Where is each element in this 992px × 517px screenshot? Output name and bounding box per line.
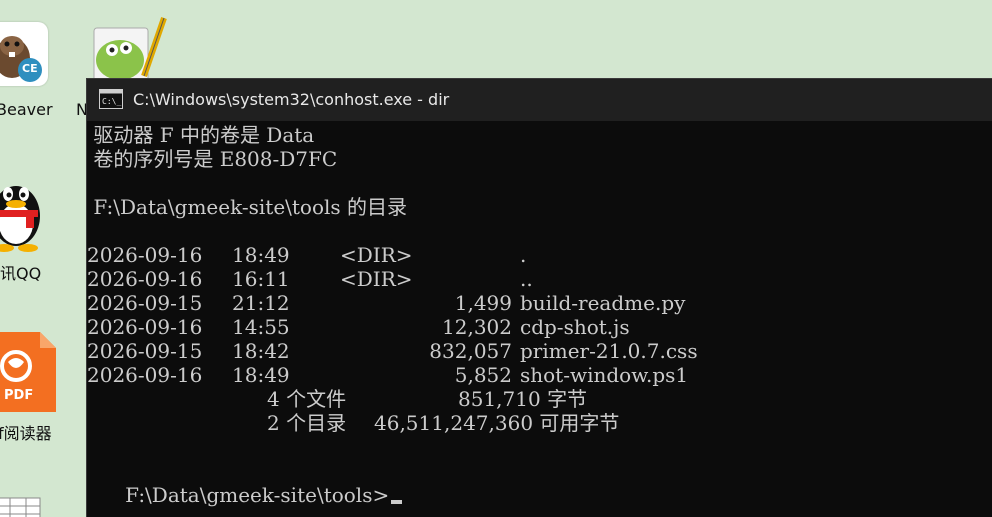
entry-size: 1,499 [454, 291, 512, 315]
files-bytes: 851,710 字节 [458, 387, 588, 411]
text-cursor [391, 500, 403, 504]
tencent-qq-label: 讯QQ [0, 264, 42, 283]
directory-header-line: F:\Data\gmeek-site\tools 的目录 [87, 195, 408, 219]
entry-date: 2026-09-15 [87, 339, 203, 363]
dbeaver-app-label: Beaver [0, 100, 53, 119]
entry-date: 2026-09-16 [87, 243, 203, 267]
tencent-qq-icon[interactable] [0, 170, 50, 252]
serial-number-line: 卷的序列号是 E808-D7FC [87, 147, 338, 171]
entry-time: 18:49 [232, 363, 290, 387]
dirs-count: 2 个目录 [267, 411, 347, 435]
pdf-badge-text: PDF [4, 388, 34, 403]
dir-entry-row: 2026-09-15 18:42 832,057 primer-21.0.7.c… [87, 339, 698, 363]
entry-date: 2026-09-15 [87, 291, 203, 315]
entry-name: cdp-shot.js [520, 315, 630, 339]
spreadsheet-app-icon[interactable] [0, 492, 44, 517]
prompt-path: F:\Data\gmeek-site\tools> [125, 483, 390, 507]
entry-time: 16:11 [232, 267, 290, 291]
dir-entry-row: 2026-09-16 18:49 5,852 shot-window.ps1 [87, 363, 688, 387]
dir-entry-row: 2026-09-15 21:12 1,499 build-readme.py [87, 291, 685, 315]
free-bytes: 46,511,247,360 可用字节 [374, 411, 620, 435]
entry-name: primer-21.0.7.css [520, 339, 698, 363]
entry-name: build-readme.py [520, 291, 686, 315]
notepad-plus-plus-icon[interactable] [88, 14, 168, 86]
dir-entry-row: 2026-09-16 16:11 <DIR> .. [87, 267, 533, 291]
files-summary-line: 4 个文件 851,710 字节 [87, 387, 587, 411]
dbeaver-app-icon[interactable]: CE [0, 22, 48, 86]
console-app-icon[interactable]: C:\_ [99, 89, 123, 109]
ce-badge: CE [22, 62, 38, 75]
svg-text:C:\_: C:\_ [102, 97, 121, 106]
window-titlebar[interactable]: C:\_ C:\Windows\system32\conhost.exe - d… [87, 79, 992, 121]
entry-date: 2026-09-16 [87, 267, 203, 291]
entry-time: 18:49 [232, 243, 290, 267]
dirs-summary-line: 2 个目录 46,511,247,360 可用字节 [87, 411, 619, 435]
foxit-pdf-reader-icon[interactable]: PDF [0, 332, 56, 412]
volume-label-line: 驱动器 F 中的卷是 Data [87, 123, 315, 147]
entry-date: 2026-09-16 [87, 315, 203, 339]
entry-dir-tag: <DIR> [340, 243, 413, 267]
entry-date: 2026-09-16 [87, 363, 203, 387]
files-count: 4 个文件 [267, 387, 347, 411]
dir-entry-row: 2026-09-16 18:49 <DIR> . [87, 243, 526, 267]
entry-time: 14:55 [232, 315, 290, 339]
entry-size: 5,852 [454, 363, 512, 387]
command-prompt-line[interactable]: F:\Data\gmeek-site\tools> [87, 459, 403, 507]
console-output[interactable]: 驱动器 F 中的卷是 Data 卷的序列号是 E808-D7FC F:\Data… [87, 123, 992, 517]
entry-time: 18:42 [232, 339, 290, 363]
window-title: C:\Windows\system32\conhost.exe - dir [133, 90, 450, 109]
entry-size: 832,057 [429, 339, 512, 363]
entry-time: 21:12 [232, 291, 290, 315]
entry-name: . [520, 243, 527, 267]
conhost-window[interactable]: C:\_ C:\Windows\system32\conhost.exe - d… [86, 78, 992, 517]
entry-dir-tag: <DIR> [340, 267, 413, 291]
dir-entry-row: 2026-09-16 14:55 12,302 cdp-shot.js [87, 315, 630, 339]
entry-size: 12,302 [442, 315, 512, 339]
foxit-pdf-reader-label: f阅读器 [0, 424, 52, 443]
entry-name: shot-window.ps1 [520, 363, 689, 387]
entry-name: .. [520, 267, 533, 291]
